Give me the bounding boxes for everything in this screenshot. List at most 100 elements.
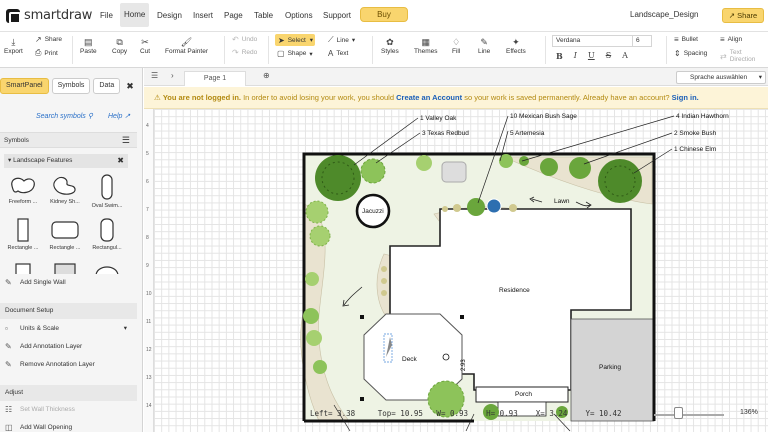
symbol-partial-2[interactable] xyxy=(46,260,84,274)
symbol-partial-1[interactable] xyxy=(4,260,42,274)
format-painter-button[interactable]: 🖌 Format Painter xyxy=(165,37,208,55)
underline-button[interactable]: U xyxy=(588,51,595,61)
text-tool-button[interactable]: A Text xyxy=(328,49,348,58)
add-wall-opening-item[interactable]: ◫ Add Wall Opening xyxy=(0,419,137,432)
rounded-rectangle-pool-icon xyxy=(51,221,79,239)
menu-table[interactable]: Table xyxy=(250,8,277,24)
units-scale-item[interactable]: ▫ Units & Scale ▾ xyxy=(0,320,137,337)
effects-button[interactable]: ✦ Effects xyxy=(506,37,526,55)
remove-annotation-label: Remove Annotation Layer xyxy=(20,361,95,368)
list-icon[interactable]: ☰ xyxy=(151,71,158,80)
hamburger-menu-icon[interactable]: ☰ xyxy=(122,133,130,147)
symbol-rectangle-pool[interactable]: Rectangle ... xyxy=(4,216,42,260)
symbol-rounded-rectangle-pool[interactable]: Rectangle ... xyxy=(46,216,84,260)
label-indian-hawthorn: 4 Indian Hawthorn xyxy=(676,113,729,120)
zoom-level[interactable]: 136% xyxy=(740,409,758,416)
drawing-canvas[interactable]: 4 5 6 7 8 9 10 11 12 13 14 1 Valley Oak … xyxy=(144,109,768,432)
label-porch: Porch xyxy=(515,391,532,398)
document-title[interactable]: Landscape_Design xyxy=(630,10,699,19)
texas-redbud-tree[interactable] xyxy=(360,158,386,184)
cut-button[interactable]: ✂ Cut xyxy=(140,37,150,55)
page-tab-1[interactable]: Page 1 xyxy=(184,71,246,86)
font-size-select[interactable]: 6 xyxy=(632,35,652,47)
add-page-icon[interactable]: ⊕ xyxy=(263,71,270,80)
share-button[interactable]: ↗ Share xyxy=(722,8,764,23)
menu-insert[interactable]: Insert xyxy=(189,8,217,24)
align-button[interactable]: ≡ Align xyxy=(720,35,742,44)
text-direction-button[interactable]: ⇄ Text Direction xyxy=(720,49,768,63)
symbol-rectangular-pool[interactable]: Rectangul... xyxy=(88,216,126,260)
redo-button[interactable]: ↷ Redo xyxy=(232,48,257,57)
create-account-link[interactable]: Create an Account xyxy=(396,93,462,102)
arch-icon xyxy=(95,266,119,274)
symbol-oval-pool[interactable]: Oval Swim... xyxy=(88,172,126,216)
line-style-button[interactable]: ✎ Line xyxy=(478,37,490,55)
ribbon-share-button[interactable]: ↗ Share xyxy=(35,35,62,44)
cut-label: Cut xyxy=(140,48,151,55)
strikethrough-button[interactable]: S xyxy=(606,51,611,61)
shape-button[interactable]: ▢ Shape ▾ xyxy=(277,49,313,58)
add-single-wall-item[interactable]: ✎ Add Single Wall xyxy=(0,274,137,291)
spacing-button[interactable]: ⇕ Spacing xyxy=(674,49,707,58)
menu-page[interactable]: Page xyxy=(220,8,247,24)
menu-design[interactable]: Design xyxy=(153,8,186,24)
valley-oak-tree[interactable] xyxy=(315,155,361,201)
symbols-header: Symbols ☰ xyxy=(0,132,137,148)
copy-button[interactable]: ⧉ Copy xyxy=(112,37,127,55)
label-parking: Parking xyxy=(599,364,621,371)
menu-support[interactable]: Support xyxy=(319,8,355,24)
paste-button[interactable]: ▤ Paste xyxy=(80,37,97,55)
print-button[interactable]: ⎙ Print xyxy=(35,48,58,58)
symbol-kidney-pool[interactable]: Kidney Sh... xyxy=(46,172,84,216)
menu-options[interactable]: Options xyxy=(281,8,317,24)
italic-button[interactable]: I xyxy=(574,51,577,61)
menu-home[interactable]: Home xyxy=(120,3,150,27)
undo-icon: ↶ xyxy=(232,35,239,44)
chinese-elm-tree[interactable] xyxy=(598,159,642,203)
square-icon: ▢ xyxy=(277,49,285,58)
zoom-slider-track[interactable] xyxy=(654,414,724,416)
tab-data[interactable]: Data xyxy=(93,78,121,94)
bold-button[interactable]: B xyxy=(556,51,563,61)
landscape-plan[interactable]: 1 Valley Oak 3 Texas Redbud 10 Mexican B… xyxy=(144,109,768,432)
sign-in-link[interactable]: Sign in. xyxy=(672,93,699,102)
close-panel-icon[interactable]: ✖ xyxy=(126,78,134,94)
set-wall-thickness-item[interactable]: ☷ Set Wall Thickness xyxy=(0,401,137,418)
buy-button[interactable]: Buy xyxy=(360,7,408,22)
library-landscape-features[interactable]: ▾ Landscape Features ✖ xyxy=(4,154,128,168)
symbol-freeform-pool[interactable]: Freeform ... xyxy=(4,172,42,216)
ribbon-toolbar: ⤓ Export ↗ Share ⎙ Print ▤ Paste ⧉ Copy ✂ … xyxy=(0,32,768,68)
smoke-bush-tree[interactable] xyxy=(569,157,591,179)
bullet-button[interactable]: ≡ Bullet xyxy=(674,35,698,44)
scissors-icon: ✂ xyxy=(141,37,149,47)
select-button[interactable]: ➤ Select ▾ xyxy=(275,34,315,46)
remove-annotation-layer-item[interactable]: ✎ Remove Annotation Layer xyxy=(0,356,137,373)
add-annotation-layer-item[interactable]: ✎ Add Annotation Layer xyxy=(0,338,137,355)
themes-icon: ▦ xyxy=(421,37,430,47)
left-panel: SmartPanel Symbols Data ✖ Search symbols… xyxy=(0,68,143,432)
search-symbols-link[interactable]: Search symbols ⚲ xyxy=(36,112,93,120)
close-library-icon[interactable]: ✖ xyxy=(117,154,124,168)
chevron-right-icon[interactable]: › xyxy=(171,71,174,80)
export-button[interactable]: ⤓ Export xyxy=(4,37,23,55)
themes-button[interactable]: ▦ Themes xyxy=(414,37,437,55)
help-link[interactable]: Help ↗ xyxy=(108,112,130,120)
text-direction-icon: ⇄ xyxy=(720,51,727,61)
text-color-button[interactable]: A xyxy=(622,51,628,61)
smartdraw-logo[interactable]: smartdraw xyxy=(6,8,92,24)
tab-smartpanel[interactable]: SmartPanel xyxy=(0,78,49,94)
search-icon: ⚲ xyxy=(87,113,93,120)
undo-button[interactable]: ↶ Undo xyxy=(232,35,257,44)
post-marker xyxy=(360,397,364,401)
tab-symbols[interactable]: Symbols xyxy=(51,78,91,94)
language-select[interactable]: Sprache auswählen ▾ xyxy=(676,71,766,84)
styles-button[interactable]: ✿ Styles xyxy=(381,37,399,55)
symbol-partial-3[interactable] xyxy=(88,260,126,274)
fill-button[interactable]: ♢ Fill xyxy=(452,37,460,55)
oval-pool-icon xyxy=(101,174,113,200)
menu-file[interactable]: File xyxy=(96,8,117,24)
line-tool-button[interactable]: ⟋ Line ▾ xyxy=(328,35,355,45)
label-texas-redbud: 3 Texas Redbud xyxy=(422,130,469,137)
zoom-slider-handle[interactable] xyxy=(674,407,683,419)
chevron-down-icon: ▾ xyxy=(123,325,127,332)
